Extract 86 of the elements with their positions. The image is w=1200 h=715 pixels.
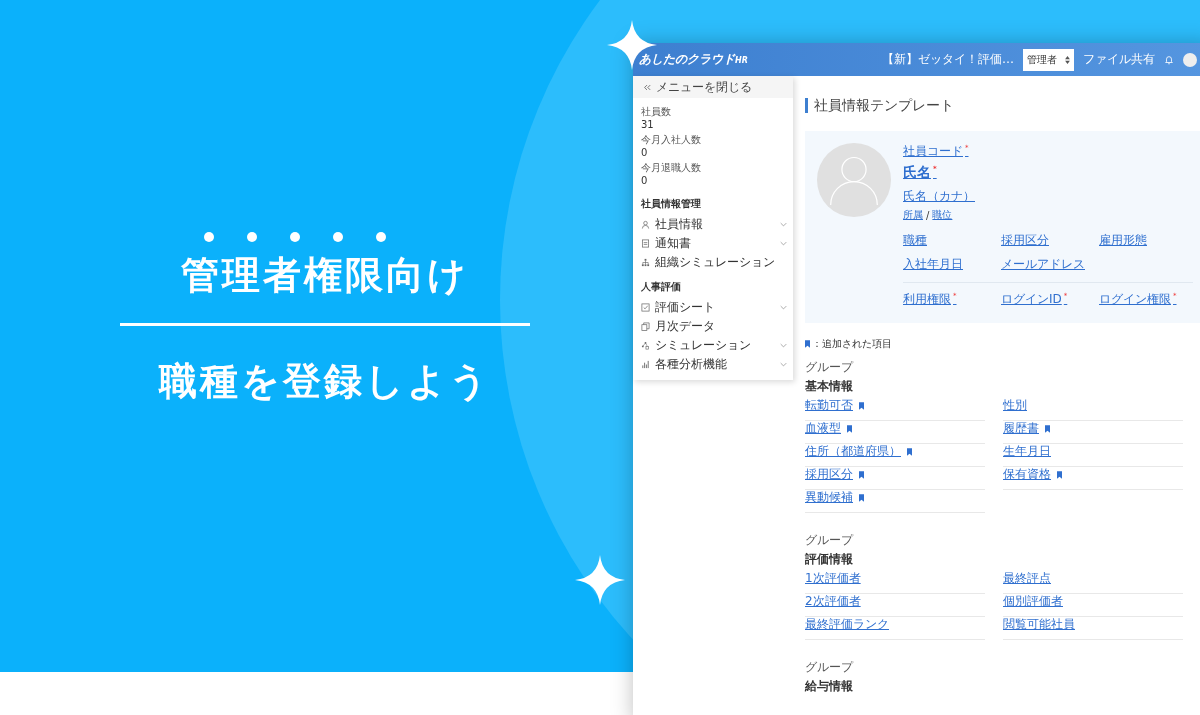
field-link[interactable]: 保有資格 bbox=[1003, 466, 1051, 483]
nav-item[interactable]: 月次データ bbox=[633, 317, 793, 336]
field-link[interactable]: 最終評価ランク bbox=[805, 616, 889, 633]
chevron-down-icon bbox=[780, 305, 787, 310]
copy-icon bbox=[641, 322, 650, 331]
page-title: 社員情報テンプレート bbox=[805, 98, 1200, 113]
role-select[interactable]: 管理者 bbox=[1023, 48, 1074, 71]
field-link[interactable]: 性別 bbox=[1003, 397, 1027, 414]
stat-label: 社員数 bbox=[641, 105, 672, 119]
chevron-down-icon bbox=[780, 362, 787, 367]
file-share-link[interactable]: ファイル共有 bbox=[1083, 51, 1155, 68]
notice-link[interactable]: 【新】ゼッタイ！評価… bbox=[882, 51, 1014, 68]
bar-chart-icon bbox=[641, 360, 650, 369]
legend-text: ：追加された項目 bbox=[812, 337, 892, 351]
name-link[interactable]: 氏名$^{*}$ bbox=[903, 164, 1193, 182]
nav-item[interactable]: 各種分析機能 bbox=[633, 355, 793, 374]
group-caption: グループ bbox=[805, 659, 855, 676]
org-chart-icon bbox=[641, 258, 650, 267]
chevron-down-icon bbox=[780, 241, 787, 246]
emphasis-dots-icon bbox=[204, 232, 386, 242]
person-icon bbox=[641, 220, 650, 229]
field-link[interactable]: 最終評点 bbox=[1003, 570, 1051, 587]
sparkle-icon bbox=[575, 555, 625, 605]
group-title: 評価情報 bbox=[805, 551, 854, 568]
nav-item[interactable]: 組織シミュレーション bbox=[633, 253, 793, 272]
field-link[interactable]: 採用区分 bbox=[805, 466, 853, 483]
group-caption: グループ bbox=[805, 359, 855, 376]
stat-value: 0 bbox=[641, 175, 649, 186]
field-link[interactable]: 異動候補 bbox=[805, 489, 853, 506]
stat-value: 31 bbox=[641, 119, 655, 130]
headline: 管理者権限向け bbox=[181, 252, 469, 299]
bell-icon[interactable] bbox=[1164, 54, 1174, 65]
field-link[interactable]: 利用権限 $^{*}$ bbox=[903, 291, 997, 308]
bookmark-icon bbox=[907, 447, 912, 456]
nav-item[interactable]: 社員情報 bbox=[633, 215, 793, 234]
close-menu-button[interactable]: メニューを閉じる bbox=[633, 76, 793, 98]
bookmark-icon bbox=[859, 401, 864, 410]
field-link[interactable]: 雇用形態 bbox=[1099, 232, 1193, 249]
document-icon bbox=[641, 239, 650, 248]
checkbox-icon bbox=[641, 303, 650, 312]
group-title: 給与情報 bbox=[805, 678, 854, 695]
bookmark-icon bbox=[859, 493, 864, 502]
field-link[interactable]: 1次評価者 bbox=[805, 570, 861, 587]
bookmark-icon bbox=[847, 424, 852, 433]
double-chevron-icon bbox=[643, 83, 651, 91]
field-link[interactable]: 生年月日 bbox=[1003, 443, 1051, 460]
field-link[interactable]: 履歴書 bbox=[1003, 420, 1039, 437]
avatar-placeholder-icon bbox=[817, 143, 891, 217]
group-title: 基本情報 bbox=[805, 378, 854, 395]
field-link[interactable]: 住所（都道府県） bbox=[805, 443, 901, 460]
section-title: 社員情報管理 bbox=[640, 197, 702, 211]
field-link[interactable]: ログイン権限 $^{*}$ bbox=[1099, 291, 1193, 308]
field-link[interactable]: 所属 bbox=[903, 208, 923, 222]
up-down-arrows-icon bbox=[1065, 55, 1070, 64]
group-caption: グループ bbox=[805, 532, 855, 549]
nav-item[interactable]: 通知書 bbox=[633, 234, 793, 253]
field-link[interactable]: 個別評価者 bbox=[1003, 593, 1063, 610]
bookmark-icon bbox=[1057, 470, 1062, 479]
field-link[interactable]: 入社年月日 bbox=[903, 256, 997, 273]
field-link[interactable]: 氏名（カナ） bbox=[903, 188, 1193, 205]
nav-item[interactable]: 評価シート bbox=[633, 298, 793, 317]
stat-label: 今月入社人数 bbox=[641, 133, 702, 147]
nav-item[interactable]: シミュレーション bbox=[633, 336, 793, 355]
field-link[interactable]: ログインID $^{*}$ bbox=[1001, 291, 1095, 308]
chevron-down-icon bbox=[780, 222, 787, 227]
logo: あしたのクラウドHR bbox=[639, 51, 748, 68]
chevron-down-icon bbox=[780, 343, 787, 348]
section-title: 人事評価 bbox=[640, 280, 682, 294]
stat-value: 0 bbox=[641, 147, 649, 158]
field-link[interactable]: メールアドレス bbox=[1001, 256, 1095, 273]
field-link[interactable]: 職位 bbox=[932, 208, 953, 222]
separator: / bbox=[926, 209, 930, 221]
field-link[interactable]: 2次評価者 bbox=[805, 593, 861, 610]
bookmark-icon bbox=[1045, 424, 1050, 433]
subtitle: 職種を登録しよう bbox=[159, 358, 491, 405]
field-link[interactable]: 採用区分 bbox=[1001, 232, 1095, 249]
nodes-icon bbox=[641, 341, 650, 350]
bookmark-icon bbox=[805, 340, 810, 348]
stat-label: 今月退職人数 bbox=[641, 161, 702, 175]
field-link[interactable]: 血液型 bbox=[805, 420, 841, 437]
field-link[interactable]: 閲覧可能社員 bbox=[1003, 616, 1075, 633]
field-link[interactable]: 社員コード $^{*}$ bbox=[903, 143, 1193, 160]
avatar[interactable] bbox=[1183, 52, 1197, 67]
field-link[interactable]: 転勤可否 bbox=[805, 397, 853, 414]
bookmark-icon bbox=[859, 470, 864, 479]
field-link[interactable]: 職種 bbox=[903, 232, 997, 249]
